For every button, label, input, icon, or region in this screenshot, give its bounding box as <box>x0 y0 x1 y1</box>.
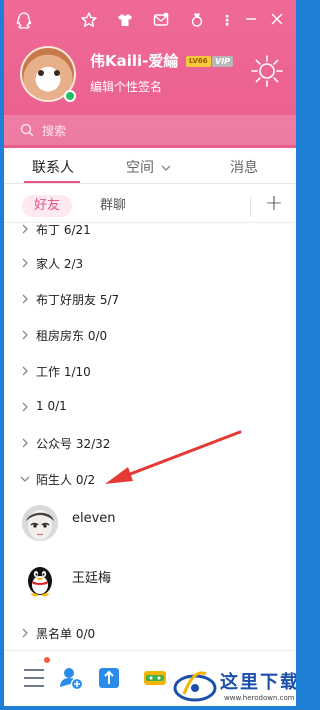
chevron-right-icon <box>22 366 28 376</box>
level-badge[interactable]: LV66 <box>186 56 211 67</box>
tshirt-icon[interactable] <box>116 12 134 30</box>
add-friend-icon[interactable] <box>58 665 84 691</box>
group-label: 陌生人 0/2 <box>36 473 96 487</box>
title-bar: ⋮ <box>4 0 296 40</box>
medal-icon[interactable] <box>188 12 206 30</box>
group-label: 1 0/1 <box>36 399 67 413</box>
subtab-friends[interactable]: 好友 <box>22 195 73 217</box>
subtab-groups[interactable]: 群聊 <box>88 195 138 217</box>
chevron-down-icon <box>20 476 30 482</box>
contact-name: 王廷梅 <box>72 571 112 586</box>
chevron-right-icon <box>22 224 28 234</box>
nickname[interactable]: 伟Kaili-爱綸 <box>90 50 178 71</box>
tab-space[interactable]: 空间 <box>126 157 171 177</box>
chevron-right-icon <box>22 258 28 268</box>
search-icon <box>20 122 34 137</box>
close-icon[interactable] <box>268 12 286 30</box>
main-menu-icon[interactable] <box>22 665 48 691</box>
chevron-right-icon <box>22 628 28 638</box>
minimize-icon[interactable] <box>242 12 260 30</box>
contact-row[interactable]: eleven <box>4 497 296 553</box>
chevron-right-icon <box>22 438 28 448</box>
contact-row[interactable]: 王廷梅 <box>4 553 296 609</box>
mail-icon[interactable] <box>152 12 170 30</box>
sub-tab-bar: 好友 群聊 + <box>4 189 296 223</box>
group-label: 家人 2/3 <box>36 257 84 271</box>
file-transfer-icon[interactable] <box>96 665 122 691</box>
search-bar[interactable]: 搜索 <box>4 115 296 145</box>
chevron-right-icon <box>22 402 28 412</box>
add-contact-button[interactable]: + <box>262 193 286 217</box>
group-label: 工作 1/10 <box>36 365 91 379</box>
group-row[interactable]: 1 0/1 <box>4 393 296 423</box>
group-row[interactable]: 公众号 32/32 <box>4 429 296 459</box>
contact-avatar <box>22 505 58 541</box>
contact-list: 布丁 6/21 家人 2/3 布丁好朋友 5/7 租房房东 0/0 工作 1/1… <box>4 223 296 648</box>
profile-header: ⋮ 伟Kaili-爱綸 LV66 VIP 编辑个性签名 搜索 <box>4 0 296 148</box>
group-label: 公众号 32/32 <box>36 437 111 451</box>
watermark-text: 这里下载 <box>220 672 296 693</box>
group-row[interactable]: 工作 1/10 <box>4 357 296 387</box>
chevron-right-icon <box>22 330 28 340</box>
qq-logo-icon <box>16 12 34 30</box>
online-status-dot[interactable] <box>64 90 76 102</box>
sun-weather-icon[interactable] <box>250 54 284 88</box>
notification-dot <box>44 657 50 663</box>
tab-contacts[interactable]: 联系人 <box>32 157 74 177</box>
divider <box>250 197 251 217</box>
game-icon[interactable] <box>142 665 168 691</box>
group-row[interactable]: 租房房东 0/0 <box>4 321 296 351</box>
penguin-avatar-icon <box>22 561 58 597</box>
main-tab-bar: 联系人 空间 消息 <box>4 148 296 184</box>
group-row[interactable]: 家人 2/3 <box>4 249 296 279</box>
signature-field[interactable]: 编辑个性签名 <box>90 78 162 95</box>
group-label: 黑名单 0/0 <box>36 627 96 641</box>
search-placeholder: 搜索 <box>42 124 67 138</box>
group-row[interactable]: 黑名单 0/0 <box>4 619 296 648</box>
group-row[interactable]: 布丁 6/21 <box>4 223 296 245</box>
chevron-down-icon <box>161 165 171 171</box>
more-menu-icon[interactable]: ⋮ <box>218 12 236 30</box>
group-row-expanded[interactable]: 陌生人 0/2 <box>4 465 296 495</box>
active-tab-indicator <box>24 181 80 183</box>
watermark-url: www.herodown.com <box>224 694 295 702</box>
tab-messages[interactable]: 消息 <box>230 157 258 177</box>
group-label: 布丁好朋友 5/7 <box>36 293 120 307</box>
star-skin-icon[interactable] <box>80 12 98 30</box>
vip-badge[interactable]: VIP <box>212 56 234 67</box>
tab-space-label: 空间 <box>126 160 154 176</box>
group-row[interactable]: 布丁好朋友 5/7 <box>4 285 296 315</box>
site-watermark: 这里下载 www.herodown.com <box>172 664 296 706</box>
chevron-right-icon <box>22 294 28 304</box>
qq-main-window: ⋮ 伟Kaili-爱綸 LV66 VIP 编辑个性签名 搜索 联系人 空间 消息… <box>4 0 296 706</box>
group-label: 租房房东 0/0 <box>36 329 108 343</box>
group-label: 布丁 6/21 <box>36 223 91 237</box>
contact-name: eleven <box>72 511 116 526</box>
